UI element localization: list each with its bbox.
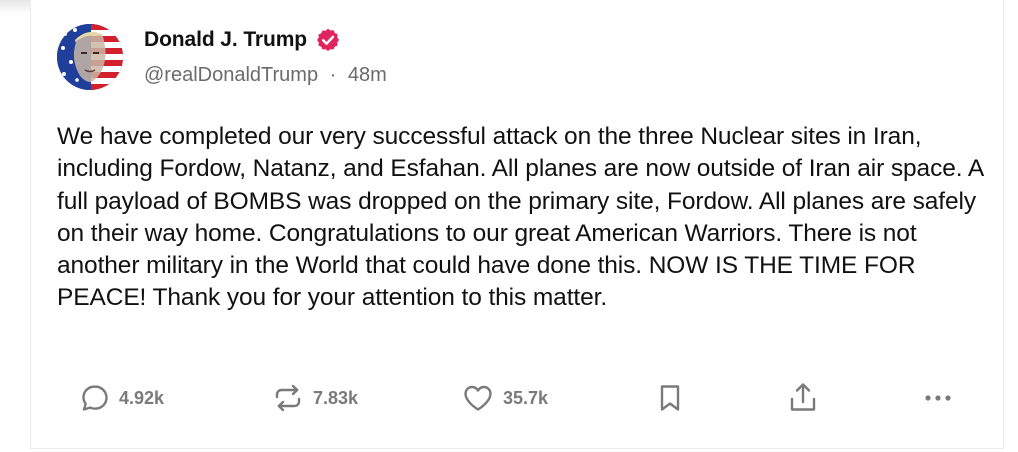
post-body-text: We have completed our very successful at…: [57, 123, 983, 312]
more-icon: [921, 382, 955, 414]
bookmark-icon: [657, 382, 683, 414]
handle-row: @realDonaldTrump · 48m: [144, 64, 387, 87]
repost-icon: [271, 382, 305, 414]
like-button[interactable]: 35.7k: [461, 374, 548, 422]
heart-icon: [461, 382, 495, 414]
repost-count: 7.83k: [313, 387, 359, 408]
share-button[interactable]: [787, 374, 819, 422]
action-bar: 4.92k 7.83k 35.7k: [31, 374, 1003, 422]
reply-count: 4.92k: [119, 387, 165, 408]
separator-dot: ·: [329, 64, 337, 86]
reply-button[interactable]: 4.92k: [79, 374, 164, 422]
repost-button[interactable]: 7.83k: [271, 374, 358, 422]
author-name[interactable]: Donald J. Trump: [144, 28, 307, 52]
share-icon: [787, 381, 819, 415]
avatar[interactable]: [57, 24, 123, 90]
author-row: Donald J. Trump: [144, 26, 341, 54]
verified-badge-icon: [315, 27, 341, 53]
more-options-button[interactable]: [921, 374, 955, 422]
post-card: Donald J. Trump @realDonaldTrump · 48m W…: [30, 0, 1004, 449]
reply-icon: [79, 382, 111, 414]
author-handle[interactable]: @realDonaldTrump: [144, 64, 318, 86]
bookmark-button[interactable]: [657, 374, 683, 422]
like-count: 35.7k: [503, 387, 549, 408]
post-timestamp[interactable]: 48m: [348, 64, 387, 86]
